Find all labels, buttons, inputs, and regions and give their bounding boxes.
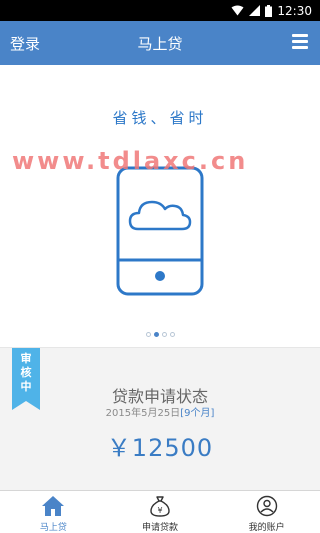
status-time: 12:30 xyxy=(277,3,312,18)
user-icon xyxy=(256,495,277,517)
carousel-dot[interactable] xyxy=(169,332,175,337)
svg-text:¥: ¥ xyxy=(157,506,162,515)
tab-label: 我的账户 xyxy=(248,523,285,533)
badge-char: 核 xyxy=(20,366,32,379)
tab-home[interactable]: 马上贷 xyxy=(0,491,107,533)
loan-status-card[interactable]: 审 核 中 贷款申请状态 2015年5月25日[9个月] ￥12500 xyxy=(0,347,320,490)
status-icons: 12:30 xyxy=(231,2,312,19)
loan-amount: ￥12500 xyxy=(106,434,214,462)
carousel-dot[interactable] xyxy=(161,332,167,337)
money-bag-icon: ¥ xyxy=(150,496,170,517)
loan-date: 2015年5月25日[9个月] xyxy=(0,404,320,419)
bottom-tab-bar: 马上贷 ¥ 申请贷款 我的账户 xyxy=(0,490,320,533)
wifi-icon xyxy=(231,5,244,16)
badge-char: 审 xyxy=(20,352,32,365)
status-bar: 12:30 xyxy=(0,0,320,21)
login-button[interactable]: 登录 xyxy=(10,33,40,54)
tab-label: 申请贷款 xyxy=(142,523,179,533)
tab-my-account[interactable]: 我的账户 xyxy=(213,491,320,533)
phone-cloud-icon xyxy=(116,166,204,300)
banner-slogan: 省钱、省时 xyxy=(112,109,208,127)
battery-icon xyxy=(265,4,273,17)
menu-icon[interactable] xyxy=(292,34,308,52)
tab-apply-loan[interactable]: ¥ 申请贷款 xyxy=(107,491,214,533)
home-icon xyxy=(42,496,65,516)
watermark-text: www.tdlaxc.cn xyxy=(12,147,249,175)
carousel-dot[interactable] xyxy=(145,332,151,337)
loan-date-value: 2015年5月25日 xyxy=(105,408,181,419)
loan-term: [9个月] xyxy=(180,408,215,419)
app-header: 登录 马上贷 xyxy=(0,21,320,65)
carousel-dot-active[interactable] xyxy=(153,332,159,337)
tab-label: 马上贷 xyxy=(39,523,67,533)
signal-icon xyxy=(249,5,261,16)
carousel-indicator xyxy=(0,332,320,337)
banner-carousel[interactable]: 省钱、省时 www.tdlaxc.cn xyxy=(0,65,320,347)
page-title: 马上贷 xyxy=(137,35,183,53)
